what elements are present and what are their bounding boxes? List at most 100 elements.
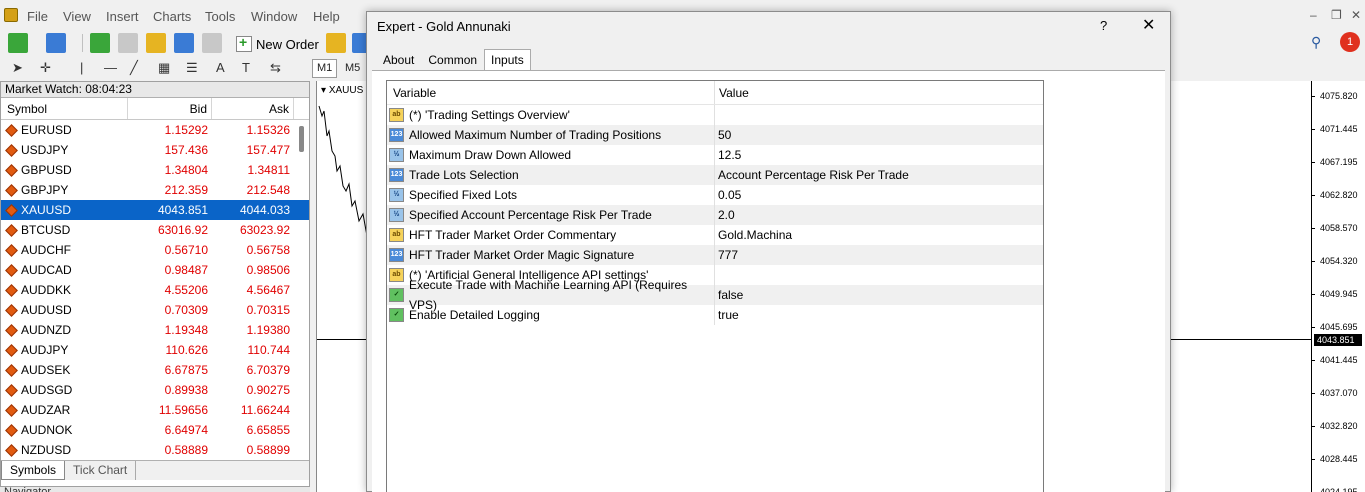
table-row[interactable]: ab (*) 'Trading Settings Overview' xyxy=(387,105,1043,125)
value-cell[interactable] xyxy=(715,105,718,125)
tab-common[interactable]: Common xyxy=(421,49,484,70)
vertical-line-icon[interactable]: | xyxy=(80,60,83,75)
navigator-panel[interactable]: Navigator xyxy=(0,486,310,492)
table-row[interactable]: AUDSGD 0.89938 0.90275 xyxy=(1,380,309,400)
horizontal-line-icon[interactable]: — xyxy=(104,60,117,75)
toolbar-divider xyxy=(82,34,83,52)
crosshair-icon[interactable]: ✛ xyxy=(40,60,51,76)
type-ab-icon: ab xyxy=(389,268,404,282)
table-row[interactable]: ✓ Execute Trade with Machine Learning API… xyxy=(387,278,1043,312)
tab-inputs[interactable]: Inputs xyxy=(484,49,531,70)
table-row[interactable]: USDJPY 157.436 157.477 xyxy=(1,140,309,160)
trendline-icon[interactable]: ╱ xyxy=(130,60,138,76)
menu-tools[interactable]: Tools xyxy=(205,9,235,24)
table-row[interactable]: AUDSEK 6.67875 6.70379 xyxy=(1,360,309,380)
value-cell[interactable]: 50 xyxy=(715,125,731,145)
table-row[interactable]: GBPUSD 1.34804 1.34811 xyxy=(1,160,309,180)
table-row[interactable]: ab HFT Trader Market Order Commentary Gold… xyxy=(387,225,1043,245)
value-cell[interactable] xyxy=(715,265,718,285)
bid-cell: 11.59656 xyxy=(128,400,212,420)
symbol-cell: AUDSEK xyxy=(1,360,128,380)
table-row[interactable]: ½ Specified Fixed Lots 0.05 xyxy=(387,185,1043,205)
table-row[interactable]: EURUSD 1.15292 1.15326 xyxy=(1,120,309,140)
column-bid[interactable]: Bid xyxy=(128,98,212,119)
dialog-close-button[interactable]: ✕ xyxy=(1142,15,1155,35)
menu-insert[interactable]: Insert xyxy=(106,9,139,24)
value-cell[interactable]: Account Percentage Risk Per Trade xyxy=(715,165,909,185)
table-row[interactable]: 123 Trade Lots Selection Account Percentag… xyxy=(387,165,1043,185)
table-row[interactable]: AUDCHF 0.56710 0.56758 xyxy=(1,240,309,260)
terminal-icon[interactable] xyxy=(174,33,194,53)
value-cell[interactable]: true xyxy=(715,305,739,325)
table-row[interactable]: ✓ Enable Detailed Logging true xyxy=(387,305,1043,325)
table-row[interactable]: 123 HFT Trader Market Order Magic Signatu… xyxy=(387,245,1043,265)
ask-cell: 4.56467 xyxy=(212,280,294,300)
table-row[interactable]: AUDZAR 11.59656 11.66244 xyxy=(1,400,309,420)
table-row[interactable]: AUDCAD 0.98487 0.98506 xyxy=(1,260,309,280)
new-chart-icon[interactable] xyxy=(8,33,28,53)
search-icon[interactable]: ⚲ xyxy=(1311,34,1321,51)
table-row[interactable]: BTCUSD 63016.92 63023.92 xyxy=(1,220,309,240)
help-button[interactable]: ? xyxy=(1100,18,1107,33)
variable-cell: 123 Trade Lots Selection xyxy=(387,165,715,185)
type-n123-icon: 123 xyxy=(389,248,404,262)
cursor-icon[interactable]: ➤ xyxy=(12,60,23,76)
table-row[interactable]: 123 Allowed Maximum Number of Trading Pos… xyxy=(387,125,1043,145)
value-cell[interactable]: 2.0 xyxy=(715,205,735,225)
symbol-cell: AUDCHF xyxy=(1,240,128,260)
menu-charts[interactable]: Charts xyxy=(153,9,191,24)
menu-window[interactable]: Window xyxy=(251,9,297,24)
table-row[interactable]: AUDUSD 0.70309 0.70315 xyxy=(1,300,309,320)
profiles-icon[interactable] xyxy=(46,33,66,53)
scrollbar-thumb[interactable] xyxy=(299,126,304,152)
chart-symbol-label: XAUUS xyxy=(328,85,364,96)
table-row[interactable]: AUDNZD 1.19348 1.19380 xyxy=(1,320,309,340)
fibonacci-icon[interactable]: ☰ xyxy=(186,60,198,76)
market-watch-scrollbar[interactable] xyxy=(299,126,307,486)
equidistant-channel-icon[interactable]: ▦ xyxy=(158,60,170,76)
tab-tick-chart[interactable]: Tick Chart xyxy=(65,461,137,480)
table-row[interactable]: XAUUSD 4043.851 4044.033 xyxy=(1,200,309,220)
column-ask[interactable]: Ask xyxy=(212,98,294,119)
value-cell[interactable]: Gold.Machina xyxy=(715,225,792,245)
table-row[interactable]: AUDJPY 110.626 110.744 xyxy=(1,340,309,360)
table-row[interactable]: ½ Maximum Draw Down Allowed 12.5 xyxy=(387,145,1043,165)
bid-cell: 0.70309 xyxy=(128,300,212,320)
notification-badge[interactable]: 1 xyxy=(1340,32,1360,52)
menu-file[interactable]: File xyxy=(27,9,48,24)
close-icon[interactable]: ✕ xyxy=(1351,8,1361,22)
tab-about[interactable]: About xyxy=(376,49,421,70)
arrows-icon[interactable]: ⇆ xyxy=(270,60,281,76)
column-symbol[interactable]: Symbol xyxy=(1,98,128,119)
table-row[interactable]: GBPJPY 212.359 212.548 xyxy=(1,180,309,200)
value-cell[interactable]: false xyxy=(715,285,743,305)
metaeditor-icon[interactable] xyxy=(326,33,346,53)
variable-cell: ½ Maximum Draw Down Allowed xyxy=(387,145,715,165)
table-row[interactable]: ½ Specified Account Percentage Risk Per T… xyxy=(387,205,1043,225)
data-window-icon[interactable] xyxy=(118,33,138,53)
bid-cell: 0.58889 xyxy=(128,440,212,460)
new-order-button[interactable]: New Order xyxy=(236,34,319,54)
restore-icon[interactable]: ❐ xyxy=(1331,8,1342,22)
table-row[interactable]: NZDUSD 0.58889 0.58899 xyxy=(1,440,309,460)
price-tick xyxy=(1311,459,1315,460)
navigator-icon[interactable] xyxy=(146,33,166,53)
menu-view[interactable]: View xyxy=(63,9,91,24)
column-value[interactable]: Value xyxy=(715,81,749,104)
value-cell[interactable]: 12.5 xyxy=(715,145,741,165)
table-row[interactable]: AUDNOK 6.64974 6.65855 xyxy=(1,420,309,440)
minimize-icon[interactable]: – xyxy=(1310,8,1317,22)
ask-cell: 1.34811 xyxy=(212,160,294,180)
timeframe-m5[interactable]: M5 xyxy=(340,59,365,78)
text-label-icon[interactable]: T xyxy=(242,60,250,75)
menu-help[interactable]: Help xyxy=(313,9,340,24)
value-cell[interactable]: 0.05 xyxy=(715,185,741,205)
table-row[interactable]: AUDDKK 4.55206 4.56467 xyxy=(1,280,309,300)
strategy-tester-icon[interactable] xyxy=(202,33,222,53)
market-watch-icon[interactable] xyxy=(90,33,110,53)
timeframe-m1[interactable]: M1 xyxy=(312,59,338,78)
tab-symbols[interactable]: Symbols xyxy=(1,461,66,480)
value-cell[interactable]: 777 xyxy=(715,245,738,265)
text-icon[interactable]: A xyxy=(216,60,225,75)
column-variable[interactable]: Variable xyxy=(387,81,715,104)
